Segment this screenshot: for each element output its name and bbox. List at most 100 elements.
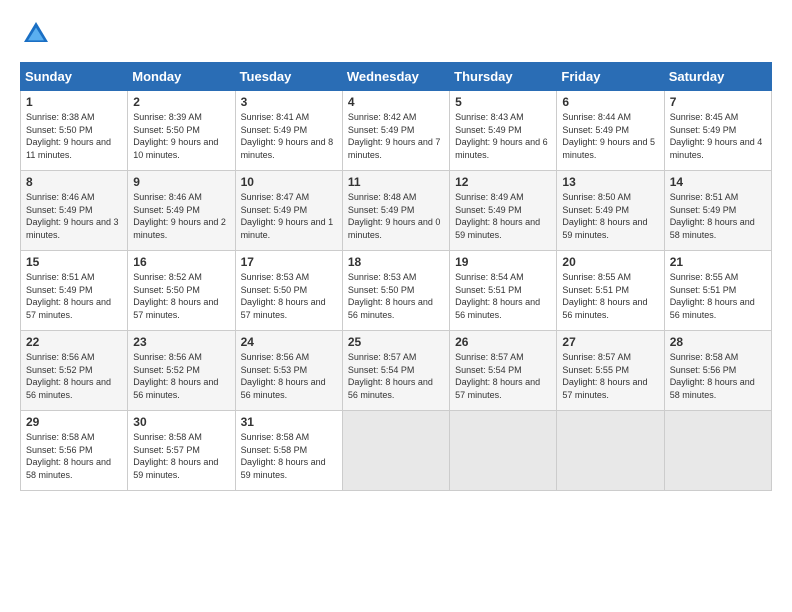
day-of-week-row: SundayMondayTuesdayWednesdayThursdayFrid… <box>21 63 772 91</box>
calendar-cell <box>664 411 771 491</box>
calendar-cell <box>557 411 664 491</box>
day-info: Sunrise: 8:53 AM Sunset: 5:50 PM Dayligh… <box>241 271 337 321</box>
day-info: Sunrise: 8:41 AM Sunset: 5:49 PM Dayligh… <box>241 111 337 161</box>
page: SundayMondayTuesdayWednesdayThursdayFrid… <box>0 0 792 501</box>
calendar-cell: 5Sunrise: 8:43 AM Sunset: 5:49 PM Daylig… <box>450 91 557 171</box>
day-number: 31 <box>241 415 337 429</box>
day-number: 28 <box>670 335 766 349</box>
day-number: 4 <box>348 95 444 109</box>
calendar-cell: 23 Sunrise: 8:56 AM Sunset: 5:52 PM Dayli… <box>128 331 235 411</box>
day-info: Sunrise: 8:51 AM Sunset: 5:49 PM Dayligh… <box>26 271 122 321</box>
day-number: 21 <box>670 255 766 269</box>
day-number: 14 <box>670 175 766 189</box>
day-info: Sunrise: 8:38 AM Sunset: 5:50 PM Dayligh… <box>26 111 122 161</box>
day-info: Sunrise: 8:46 AM Sunset: 5:49 PM Dayligh… <box>26 191 122 241</box>
day-info: Sunrise: 8:58 AM Sunset: 5:58 PM Dayligh… <box>241 431 337 481</box>
calendar-cell: 4 Sunrise: 8:42 AM Sunset: 5:49 PM Daylig… <box>342 91 449 171</box>
dow-header: Wednesday <box>342 63 449 91</box>
day-number: 30 <box>133 415 229 429</box>
day-number: 5 <box>455 95 551 109</box>
day-number: 3 <box>241 95 337 109</box>
calendar-week: 29 Sunrise: 8:58 AM Sunset: 5:56 PM Dayli… <box>21 411 772 491</box>
day-info: Sunrise: 8:53 AM Sunset: 5:50 PM Dayligh… <box>348 271 444 321</box>
calendar-cell: 27 Sunrise: 8:57 AM Sunset: 5:55 PM Dayli… <box>557 331 664 411</box>
day-info: Sunrise: 8:56 AM Sunset: 5:52 PM Dayligh… <box>133 351 229 401</box>
day-number: 12 <box>455 175 551 189</box>
calendar-cell: 20 Sunrise: 8:55 AM Sunset: 5:51 PM Dayli… <box>557 251 664 331</box>
calendar-week: 8 Sunrise: 8:46 AM Sunset: 5:49 PM Daylig… <box>21 171 772 251</box>
day-info: Sunrise: 8:47 AM Sunset: 5:49 PM Dayligh… <box>241 191 337 241</box>
calendar-cell <box>450 411 557 491</box>
calendar-cell: 29 Sunrise: 8:58 AM Sunset: 5:56 PM Dayli… <box>21 411 128 491</box>
calendar-cell: 25Sunrise: 8:57 AM Sunset: 5:54 PM Dayli… <box>342 331 449 411</box>
day-number: 16 <box>133 255 229 269</box>
day-number: 13 <box>562 175 658 189</box>
calendar-cell: 17 Sunrise: 8:53 AM Sunset: 5:50 PM Dayli… <box>235 251 342 331</box>
calendar-cell: 24Sunrise: 8:56 AM Sunset: 5:53 PM Dayli… <box>235 331 342 411</box>
calendar-cell: 18 Sunrise: 8:53 AM Sunset: 5:50 PM Dayli… <box>342 251 449 331</box>
day-info: Sunrise: 8:45 AM Sunset: 5:49 PM Dayligh… <box>670 111 766 161</box>
day-number: 18 <box>348 255 444 269</box>
day-info: Sunrise: 8:56 AM Sunset: 5:53 PM Dayligh… <box>241 351 337 401</box>
calendar-cell: 11 Sunrise: 8:48 AM Sunset: 5:49 PM Dayli… <box>342 171 449 251</box>
day-info: Sunrise: 8:42 AM Sunset: 5:49 PM Dayligh… <box>348 111 444 161</box>
calendar-table: SundayMondayTuesdayWednesdayThursdayFrid… <box>20 62 772 491</box>
calendar-cell: 14 Sunrise: 8:51 AM Sunset: 5:49 PM Dayli… <box>664 171 771 251</box>
day-info: Sunrise: 8:55 AM Sunset: 5:51 PM Dayligh… <box>562 271 658 321</box>
day-number: 27 <box>562 335 658 349</box>
day-number: 20 <box>562 255 658 269</box>
day-info: Sunrise: 8:58 AM Sunset: 5:56 PM Dayligh… <box>26 431 122 481</box>
dow-header: Friday <box>557 63 664 91</box>
day-number: 29 <box>26 415 122 429</box>
calendar-cell: 13 Sunrise: 8:50 AM Sunset: 5:49 PM Dayli… <box>557 171 664 251</box>
day-number: 26 <box>455 335 551 349</box>
day-info: Sunrise: 8:49 AM Sunset: 5:49 PM Dayligh… <box>455 191 551 241</box>
calendar-cell: 21 Sunrise: 8:55 AM Sunset: 5:51 PM Dayli… <box>664 251 771 331</box>
day-info: Sunrise: 8:55 AM Sunset: 5:51 PM Dayligh… <box>670 271 766 321</box>
calendar-cell: 8 Sunrise: 8:46 AM Sunset: 5:49 PM Daylig… <box>21 171 128 251</box>
calendar-cell: 26 Sunrise: 8:57 AM Sunset: 5:54 PM Dayli… <box>450 331 557 411</box>
day-number: 11 <box>348 175 444 189</box>
day-number: 23 <box>133 335 229 349</box>
logo <box>20 18 58 50</box>
calendar-cell: 6 Sunrise: 8:44 AM Sunset: 5:49 PM Daylig… <box>557 91 664 171</box>
day-info: Sunrise: 8:46 AM Sunset: 5:49 PM Dayligh… <box>133 191 229 241</box>
day-info: Sunrise: 8:48 AM Sunset: 5:49 PM Dayligh… <box>348 191 444 241</box>
day-info: Sunrise: 8:56 AM Sunset: 5:52 PM Dayligh… <box>26 351 122 401</box>
day-info: Sunrise: 8:52 AM Sunset: 5:50 PM Dayligh… <box>133 271 229 321</box>
dow-header: Thursday <box>450 63 557 91</box>
day-info: Sunrise: 8:57 AM Sunset: 5:55 PM Dayligh… <box>562 351 658 401</box>
calendar-cell: 30 Sunrise: 8:58 AM Sunset: 5:57 PM Dayli… <box>128 411 235 491</box>
day-info: Sunrise: 8:57 AM Sunset: 5:54 PM Dayligh… <box>348 351 444 401</box>
day-number: 2 <box>133 95 229 109</box>
day-info: Sunrise: 8:58 AM Sunset: 5:56 PM Dayligh… <box>670 351 766 401</box>
day-number: 15 <box>26 255 122 269</box>
day-number: 17 <box>241 255 337 269</box>
calendar-cell: 3 Sunrise: 8:41 AM Sunset: 5:49 PM Daylig… <box>235 91 342 171</box>
dow-header: Tuesday <box>235 63 342 91</box>
calendar-cell: 7Sunrise: 8:45 AM Sunset: 5:49 PM Daylig… <box>664 91 771 171</box>
day-info: Sunrise: 8:54 AM Sunset: 5:51 PM Dayligh… <box>455 271 551 321</box>
calendar-week: 1 Sunrise: 8:38 AM Sunset: 5:50 PM Daylig… <box>21 91 772 171</box>
day-number: 6 <box>562 95 658 109</box>
calendar-cell: 1 Sunrise: 8:38 AM Sunset: 5:50 PM Daylig… <box>21 91 128 171</box>
calendar-cell: 10 Sunrise: 8:47 AM Sunset: 5:49 PM Dayli… <box>235 171 342 251</box>
day-info: Sunrise: 8:57 AM Sunset: 5:54 PM Dayligh… <box>455 351 551 401</box>
day-number: 10 <box>241 175 337 189</box>
day-info: Sunrise: 8:51 AM Sunset: 5:49 PM Dayligh… <box>670 191 766 241</box>
calendar-week: 15 Sunrise: 8:51 AM Sunset: 5:49 PM Dayli… <box>21 251 772 331</box>
calendar-cell: 31 Sunrise: 8:58 AM Sunset: 5:58 PM Dayli… <box>235 411 342 491</box>
day-info: Sunrise: 8:39 AM Sunset: 5:50 PM Dayligh… <box>133 111 229 161</box>
day-number: 8 <box>26 175 122 189</box>
day-number: 1 <box>26 95 122 109</box>
calendar-cell: 2 Sunrise: 8:39 AM Sunset: 5:50 PM Daylig… <box>128 91 235 171</box>
calendar-cell: 28 Sunrise: 8:58 AM Sunset: 5:56 PM Dayli… <box>664 331 771 411</box>
calendar-body: 1 Sunrise: 8:38 AM Sunset: 5:50 PM Daylig… <box>21 91 772 491</box>
day-info: Sunrise: 8:44 AM Sunset: 5:49 PM Dayligh… <box>562 111 658 161</box>
dow-header: Sunday <box>21 63 128 91</box>
calendar-cell: 16 Sunrise: 8:52 AM Sunset: 5:50 PM Dayli… <box>128 251 235 331</box>
day-info: Sunrise: 8:58 AM Sunset: 5:57 PM Dayligh… <box>133 431 229 481</box>
day-info: Sunrise: 8:50 AM Sunset: 5:49 PM Dayligh… <box>562 191 658 241</box>
dow-header: Monday <box>128 63 235 91</box>
logo-icon <box>20 18 52 50</box>
